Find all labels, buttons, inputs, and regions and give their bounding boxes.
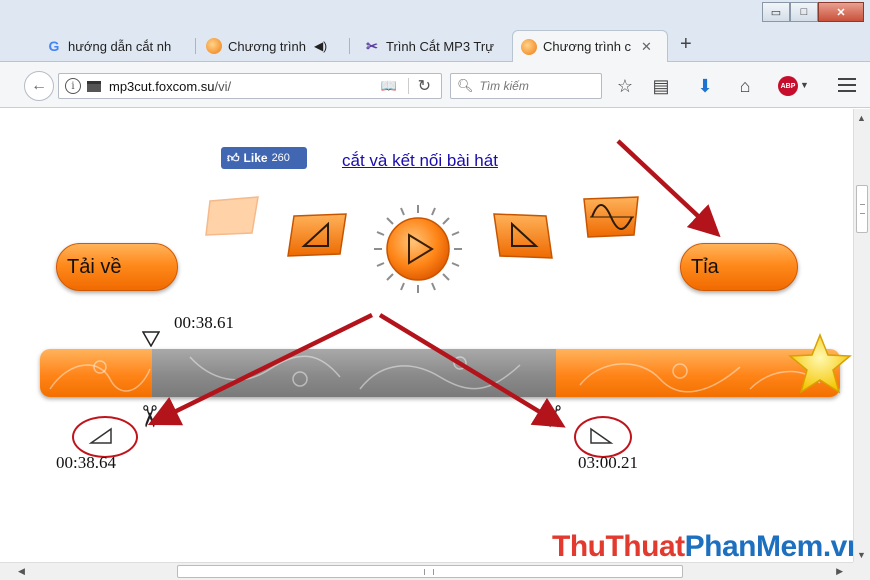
start-handle-time: 00:38.64 xyxy=(56,453,116,472)
horizontal-scrollbar[interactable]: ◀ ▶ xyxy=(0,562,853,580)
search-icon: 🔍︎ xyxy=(457,78,474,93)
scroll-down-icon[interactable]: ▼ xyxy=(857,550,866,560)
tab-2[interactable]: Chương trình ◀) xyxy=(198,30,350,62)
close-button[interactable]: ✕ xyxy=(818,2,864,22)
trim-button[interactable]: Tỉa xyxy=(680,243,798,291)
watermark-part-2: PhanMem xyxy=(684,530,824,562)
back-arrow-icon: ← xyxy=(31,77,47,94)
end-handle[interactable] xyxy=(588,427,614,448)
tab-label: Chương trình c xyxy=(543,39,632,54)
orange-circle-icon xyxy=(521,38,537,55)
title-bar: ▭ □ ✕ G hướng dẫn cắt nh Chương trình ◀)… xyxy=(0,0,870,62)
end-handle-time: 03:00.21 xyxy=(578,453,638,472)
watermark: ThuThuatPhanMem.vn xyxy=(552,530,853,562)
tab-4-active[interactable]: Chương trình c ✕ xyxy=(512,30,668,62)
url-separator xyxy=(408,78,409,94)
trim-label: Tỉa xyxy=(691,255,719,278)
fade-effect-button[interactable] xyxy=(582,195,642,239)
scissors-icon: ✂ xyxy=(132,403,166,430)
window-controls: ▭ □ ✕ xyxy=(762,2,864,22)
scrollbar-corner xyxy=(853,562,870,580)
set-start-button[interactable] xyxy=(286,212,348,258)
scissors-icon: ✂ xyxy=(366,37,378,54)
play-button[interactable] xyxy=(372,203,464,295)
scroll-left-icon[interactable]: ◀ xyxy=(18,566,25,577)
info-icon[interactable]: i xyxy=(65,78,81,94)
reload-icon[interactable]: ↻ xyxy=(418,76,431,96)
set-end-button[interactable] xyxy=(492,212,554,260)
star-icon[interactable] xyxy=(788,332,852,398)
scroll-up-icon[interactable]: ▲ xyxy=(857,113,866,123)
tab-label: hướng dẫn cắt nh xyxy=(68,38,172,54)
speaker-icon[interactable]: ◀) xyxy=(314,39,327,53)
minimize-button[interactable]: ▭ xyxy=(762,2,790,22)
like-count: 260 xyxy=(271,152,290,164)
horizontal-scroll-thumb[interactable] xyxy=(177,565,683,578)
watermark-part-3: .vn xyxy=(822,530,853,562)
url-path: /vi/ xyxy=(214,78,232,94)
tab-separator xyxy=(195,38,196,54)
page-content: 👍︎ Like 260 cắt và kết nối bài hát Tải v… xyxy=(0,109,853,562)
scroll-right-icon[interactable]: ▶ xyxy=(836,566,843,577)
back-button[interactable]: ← xyxy=(24,71,54,101)
audio-track[interactable] xyxy=(40,349,840,397)
rewind-button-disabled xyxy=(204,195,262,237)
maximize-button[interactable]: □ xyxy=(790,2,818,22)
join-songs-link[interactable]: cắt và kết nối bài hát xyxy=(342,151,498,171)
download-button[interactable]: Tải về xyxy=(56,243,178,291)
url-domain: mp3cut.foxcom.su xyxy=(109,78,215,94)
track-ornament xyxy=(49,355,821,393)
bookmark-star-icon[interactable]: ☆ xyxy=(614,75,636,97)
vertical-scrollbar[interactable]: ▲ ▼ xyxy=(853,109,870,562)
reader-view-icon[interactable]: 📖 xyxy=(381,78,397,94)
bookmarks-library-icon[interactable]: ▤ xyxy=(650,75,672,97)
scissors-icon: ✂ xyxy=(536,403,570,430)
close-tab-icon[interactable]: ✕ xyxy=(641,39,652,55)
start-marker-time: 00:38.61 xyxy=(174,313,234,332)
home-icon[interactable]: ⌂ xyxy=(734,75,756,97)
watermark-part-1: ThuThuat xyxy=(552,530,685,562)
start-handle[interactable] xyxy=(88,427,114,448)
page-icon xyxy=(87,80,101,92)
orange-circle-icon xyxy=(206,38,222,54)
url-text: mp3cut.foxcom.su/vi/ xyxy=(109,79,231,94)
tab-label: Trình Cắt MP3 Trự xyxy=(386,38,494,54)
tab-1[interactable]: G hướng dẫn cắt nh xyxy=(38,30,196,62)
download-icon[interactable]: ⬇ xyxy=(694,75,716,97)
tab-separator xyxy=(349,38,350,54)
search-input[interactable] xyxy=(479,79,600,93)
annotation-arrows xyxy=(147,139,721,428)
download-label: Tải về xyxy=(67,255,122,278)
new-tab-button[interactable]: + xyxy=(680,33,692,56)
url-bar[interactable]: i mp3cut.foxcom.su/vi/ 📖 ↻ xyxy=(58,73,442,99)
vertical-scroll-thumb[interactable] xyxy=(856,185,868,233)
facebook-like-button[interactable]: 👍︎ Like 260 xyxy=(221,147,307,169)
google-icon: G xyxy=(48,38,60,54)
tab-3[interactable]: ✂ Trình Cắt MP3 Trự xyxy=(356,30,508,62)
navigation-toolbar: ← i mp3cut.foxcom.su/vi/ 📖 ↻ 🔍︎ ☆ ▤ ⬇ ⌂ … xyxy=(0,62,870,108)
adblock-plus-icon[interactable]: ABP xyxy=(778,76,798,96)
like-label: Like xyxy=(243,151,268,165)
chevron-down-icon[interactable]: ▼ xyxy=(800,80,809,90)
position-marker-icon[interactable] xyxy=(141,331,161,350)
menu-icon[interactable] xyxy=(838,78,856,96)
thumbs-up-icon: 👍︎ xyxy=(227,150,240,165)
search-bar[interactable]: 🔍︎ xyxy=(450,73,602,99)
tab-label: Chương trình xyxy=(228,38,306,54)
